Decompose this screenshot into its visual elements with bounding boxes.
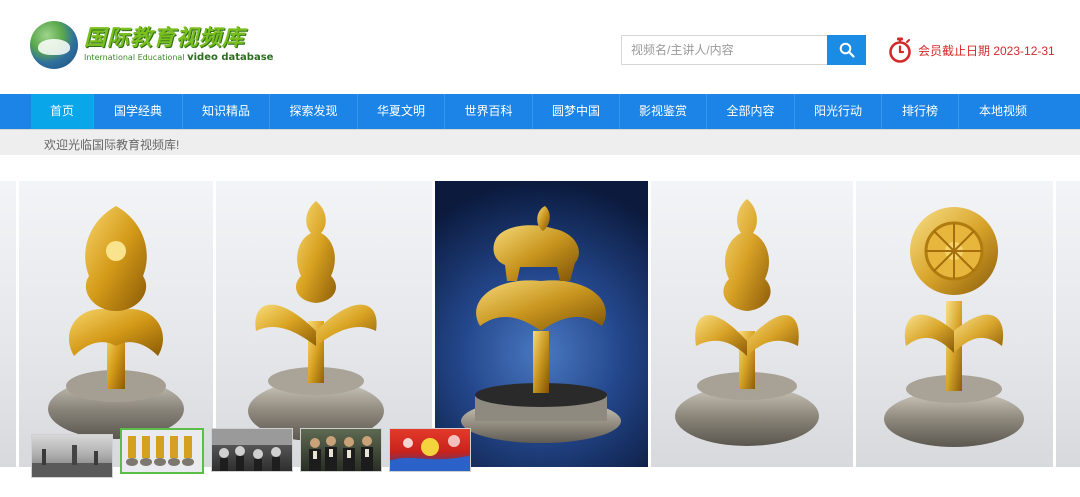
logo-subtitle-small: International Educational <box>84 53 185 62</box>
search-icon <box>839 42 855 58</box>
logo-text: 国际教育视频库 International Educational video … <box>84 26 273 64</box>
nav-item-ranking[interactable]: 排行榜 <box>882 94 959 129</box>
thumb-crowd-scene[interactable] <box>211 428 293 472</box>
thumb-historical-photo[interactable] <box>31 434 113 478</box>
slide-edge-right <box>1056 181 1080 467</box>
welcome-text: 欢迎光临国际教育视频库! <box>44 138 180 152</box>
search-input[interactable] <box>621 35 827 65</box>
historical-photo-thumbnail <box>32 445 112 477</box>
logo-title-cn: 国际教育视频库 <box>84 26 246 51</box>
nav-item-sunshine[interactable]: 阳光行动 <box>795 94 882 129</box>
banner-thumbnails <box>31 428 478 478</box>
welcome-bar: 欢迎光临国际教育视频库! <box>0 129 1080 155</box>
site-logo[interactable]: 国际教育视频库 International Educational video … <box>30 20 273 70</box>
slide-image-elephant <box>435 181 648 467</box>
gilt-deity-image <box>675 199 819 446</box>
nav-item-discovery[interactable]: 探索发现 <box>270 94 358 129</box>
nav-item-local-video[interactable]: 本地视频 <box>959 94 1047 129</box>
nav-item-knowledge[interactable]: 知识精品 <box>183 94 270 129</box>
group-portrait-thumbnail <box>309 436 373 471</box>
thumb-animation-scene[interactable] <box>389 428 471 472</box>
bronze-ornaments-thumbnail <box>126 436 194 466</box>
globe-logo-icon <box>30 21 78 69</box>
slide-image-ornament <box>19 181 213 467</box>
slide-image-seated-figure <box>216 181 432 467</box>
nav-item-classics[interactable]: 国学经典 <box>94 94 183 129</box>
crowd-scene-thumbnail <box>212 429 292 471</box>
gilt-dharma-wheel-image <box>884 207 1024 447</box>
site-header: 国际教育视频库 International Educational video … <box>0 0 1080 94</box>
nav-item-encyclopedia[interactable]: 世界百科 <box>445 94 533 129</box>
logo-subtitle-big: video database <box>187 52 274 63</box>
slide-edge-left <box>0 181 16 467</box>
slide-image-seated-deity <box>651 181 853 467</box>
nav-item-films[interactable]: 影视鉴赏 <box>620 94 707 129</box>
membership-expiry: 会员截止日期 2023-12-31 <box>888 37 1055 63</box>
animation-scene-thumbnail <box>390 435 470 471</box>
nav-item-china-dream[interactable]: 圆梦中国 <box>533 94 620 129</box>
thumb-group-portrait[interactable] <box>300 428 382 472</box>
slide-image-dharma-wheel <box>856 181 1053 467</box>
search-bar <box>621 35 866 65</box>
nav-item-home[interactable]: 首页 <box>31 94 94 129</box>
nav-item-civilization[interactable]: 华夏文明 <box>358 94 445 129</box>
search-button[interactable] <box>827 35 866 65</box>
gilt-figure-image <box>248 201 384 441</box>
banner-slider[interactable] <box>0 155 1080 497</box>
nav-item-all-content[interactable]: 全部内容 <box>707 94 795 129</box>
banner-slide[interactable] <box>0 181 1080 467</box>
expiry-text: 会员截止日期 2023-12-31 <box>918 43 1055 58</box>
logo-subtitle-en: International Educational video database <box>84 52 273 64</box>
gilt-elephant-image <box>461 206 621 443</box>
thumb-bronze-ornaments[interactable] <box>120 428 204 474</box>
stopwatch-icon <box>889 37 911 63</box>
main-nav: 首页 国学经典 知识精品 探索发现 华夏文明 世界百科 圆梦中国 影视鉴赏 全部… <box>0 94 1080 129</box>
gilt-ornament-image <box>48 206 184 439</box>
